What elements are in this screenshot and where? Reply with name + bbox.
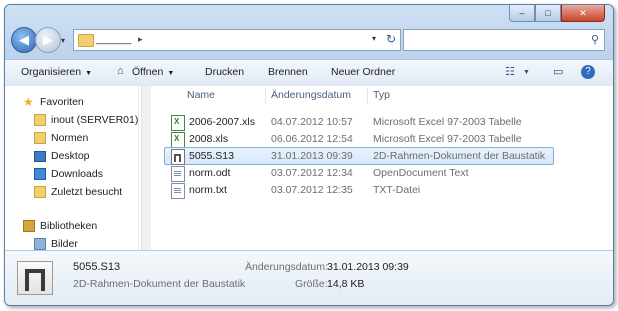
view-options-icon[interactable]: ☷ [505,65,515,78]
organize-button[interactable]: Organisieren ▼ [21,66,92,78]
sidebar-libraries[interactable]: Bibliotheken [23,218,97,234]
open-icon: ⌂ [117,65,124,77]
address-dropdown-icon[interactable]: ▾ [372,34,376,43]
chevron-down-icon[interactable]: ▼ [523,69,530,76]
forward-button[interactable]: ▶ [35,27,61,53]
column-divider[interactable] [367,88,368,104]
open-button[interactable]: Öffnen ▼ [132,66,174,78]
search-icon[interactable]: ⚲ [591,33,599,46]
title-bar: – □ ✕ ◀ ▶ ▾ ______ ▸ ▾ ↻ ⚲ [5,5,613,65]
details-size-value: 14,8 KB [327,278,365,290]
sidebar-item-label: Downloads [51,168,103,180]
details-modified-label: Änderungsdatum: [245,261,328,273]
file-name: 5055.S13 [189,150,234,162]
file-modified: 04.07.2012 10:57 [271,116,353,128]
excel-file-icon [171,115,185,131]
file-type: OpenDocument Text [373,167,469,179]
details-pane: 5055.S13 2D-Rahmen-Dokument der Baustati… [5,250,613,305]
details-file-name: 5055.S13 [73,261,121,273]
sidebar-favorites-label: Favoriten [40,96,84,108]
navigation-pane: ★ Favoriten inout (SERVER01) Normen Desk… [5,86,139,250]
file-type: TXT-Datei [373,184,421,196]
file-type: 2D-Rahmen-Dokument der Baustatik [373,150,546,162]
folder-icon [78,34,94,47]
sidebar-item-downloads[interactable]: Downloads [34,166,103,182]
recent-pages-dropdown[interactable]: ▾ [61,36,65,45]
column-header-type[interactable]: Typ [373,89,390,101]
close-button[interactable]: ✕ [561,5,605,22]
pictures-icon [34,238,46,250]
file-row[interactable]: norm.odt 03.07.2012 12:34 OpenDocument T… [165,165,553,182]
details-file-type: 2D-Rahmen-Dokument der Baustatik [73,278,246,290]
chevron-down-icon: ▼ [85,70,93,77]
file-type: Microsoft Excel 97-2003 Tabelle [373,133,522,145]
search-box[interactable]: ⚲ [403,29,605,51]
file-name: norm.txt [189,184,227,196]
file-type: Microsoft Excel 97-2003 Tabelle [373,116,522,128]
sidebar-item-recent[interactable]: Zuletzt besucht [34,184,122,200]
search-input[interactable] [408,32,586,50]
navigation-scrollbar[interactable] [141,86,151,250]
sidebar-item-label: Zuletzt besucht [51,186,123,198]
address-bar[interactable]: ______ ▸ ▾ ↻ [73,29,401,51]
column-header-name[interactable]: Name [187,89,215,101]
organize-label: Organisieren [21,66,82,78]
sidebar-item-desktop[interactable]: Desktop [34,148,90,164]
new-folder-button[interactable]: Neuer Ordner [331,66,395,78]
file-row-selected[interactable]: 5055.S13 31.01.2013 09:39 2D-Rahmen-Doku… [164,147,554,165]
folder-icon [34,132,46,144]
sidebar-item-normen[interactable]: Normen [34,130,88,146]
file-row[interactable]: 2006-2007.xls 04.07.2012 10:57 Microsoft… [165,114,553,131]
breadcrumb[interactable]: ______ [96,33,131,45]
minimize-button[interactable]: – [509,5,535,22]
document-file-icon [171,166,185,182]
sidebar-item-label: Normen [51,132,89,144]
sidebar-item-label: inout (SERVER01) [51,114,139,126]
text-file-icon [171,183,185,199]
star-icon: ★ [23,95,34,109]
preview-pane-icon[interactable]: ▭ [553,65,563,78]
content-area: ★ Favoriten inout (SERVER01) Normen Desk… [5,86,613,250]
sidebar-item-label: Desktop [51,150,90,162]
column-header-modified[interactable]: Änderungsdatum [271,89,351,101]
file-name: 2006-2007.xls [189,116,255,128]
user-folder-icon [34,114,46,126]
sidebar-favorites[interactable]: ★ Favoriten [23,94,84,110]
file-row[interactable]: 2008.xls 06.06.2012 12:54 Microsoft Exce… [165,131,553,148]
explorer-window: – □ ✕ ◀ ▶ ▾ ______ ▸ ▾ ↻ ⚲ Organisieren ▼… [4,4,614,306]
sidebar-item-label: Bilder [51,238,78,250]
file-modified: 06.06.2012 12:54 [271,133,353,145]
open-label: Öffnen [132,66,164,78]
downloads-icon [34,168,46,180]
details-size-label: Größe: [295,278,328,290]
burn-button[interactable]: Brennen [268,66,308,78]
breadcrumb-separator-icon[interactable]: ▸ [138,34,143,45]
frame-document-icon [17,261,53,295]
libraries-icon [23,220,35,232]
sidebar-item-inout[interactable]: inout (SERVER01) [34,112,138,128]
refresh-icon[interactable]: ↻ [386,32,396,46]
desktop-icon [34,150,46,162]
recent-places-icon [34,186,46,198]
file-row[interactable]: norm.txt 03.07.2012 12:35 TXT-Datei [165,182,553,199]
chevron-down-icon: ▼ [167,70,175,77]
frame-document-icon [171,149,185,165]
file-modified: 31.01.2013 09:39 [271,150,353,162]
back-button[interactable]: ◀ [11,27,37,53]
maximize-button[interactable]: □ [535,5,561,22]
excel-file-icon [171,132,185,148]
file-name: 2008.xls [189,133,229,145]
file-modified: 03.07.2012 12:35 [271,184,353,196]
sidebar-libraries-label: Bibliotheken [40,220,98,232]
details-modified-value: 31.01.2013 09:39 [327,261,409,273]
command-bar: Organisieren ▼ ⌂ Öffnen ▼ Drucken Brennen … [5,59,613,87]
file-modified: 03.07.2012 12:34 [271,167,353,179]
help-icon[interactable]: ? [581,65,595,79]
file-name: norm.odt [189,167,231,179]
column-divider[interactable] [265,88,266,104]
print-button[interactable]: Drucken [205,66,244,78]
caption-buttons: – □ ✕ [509,5,605,22]
